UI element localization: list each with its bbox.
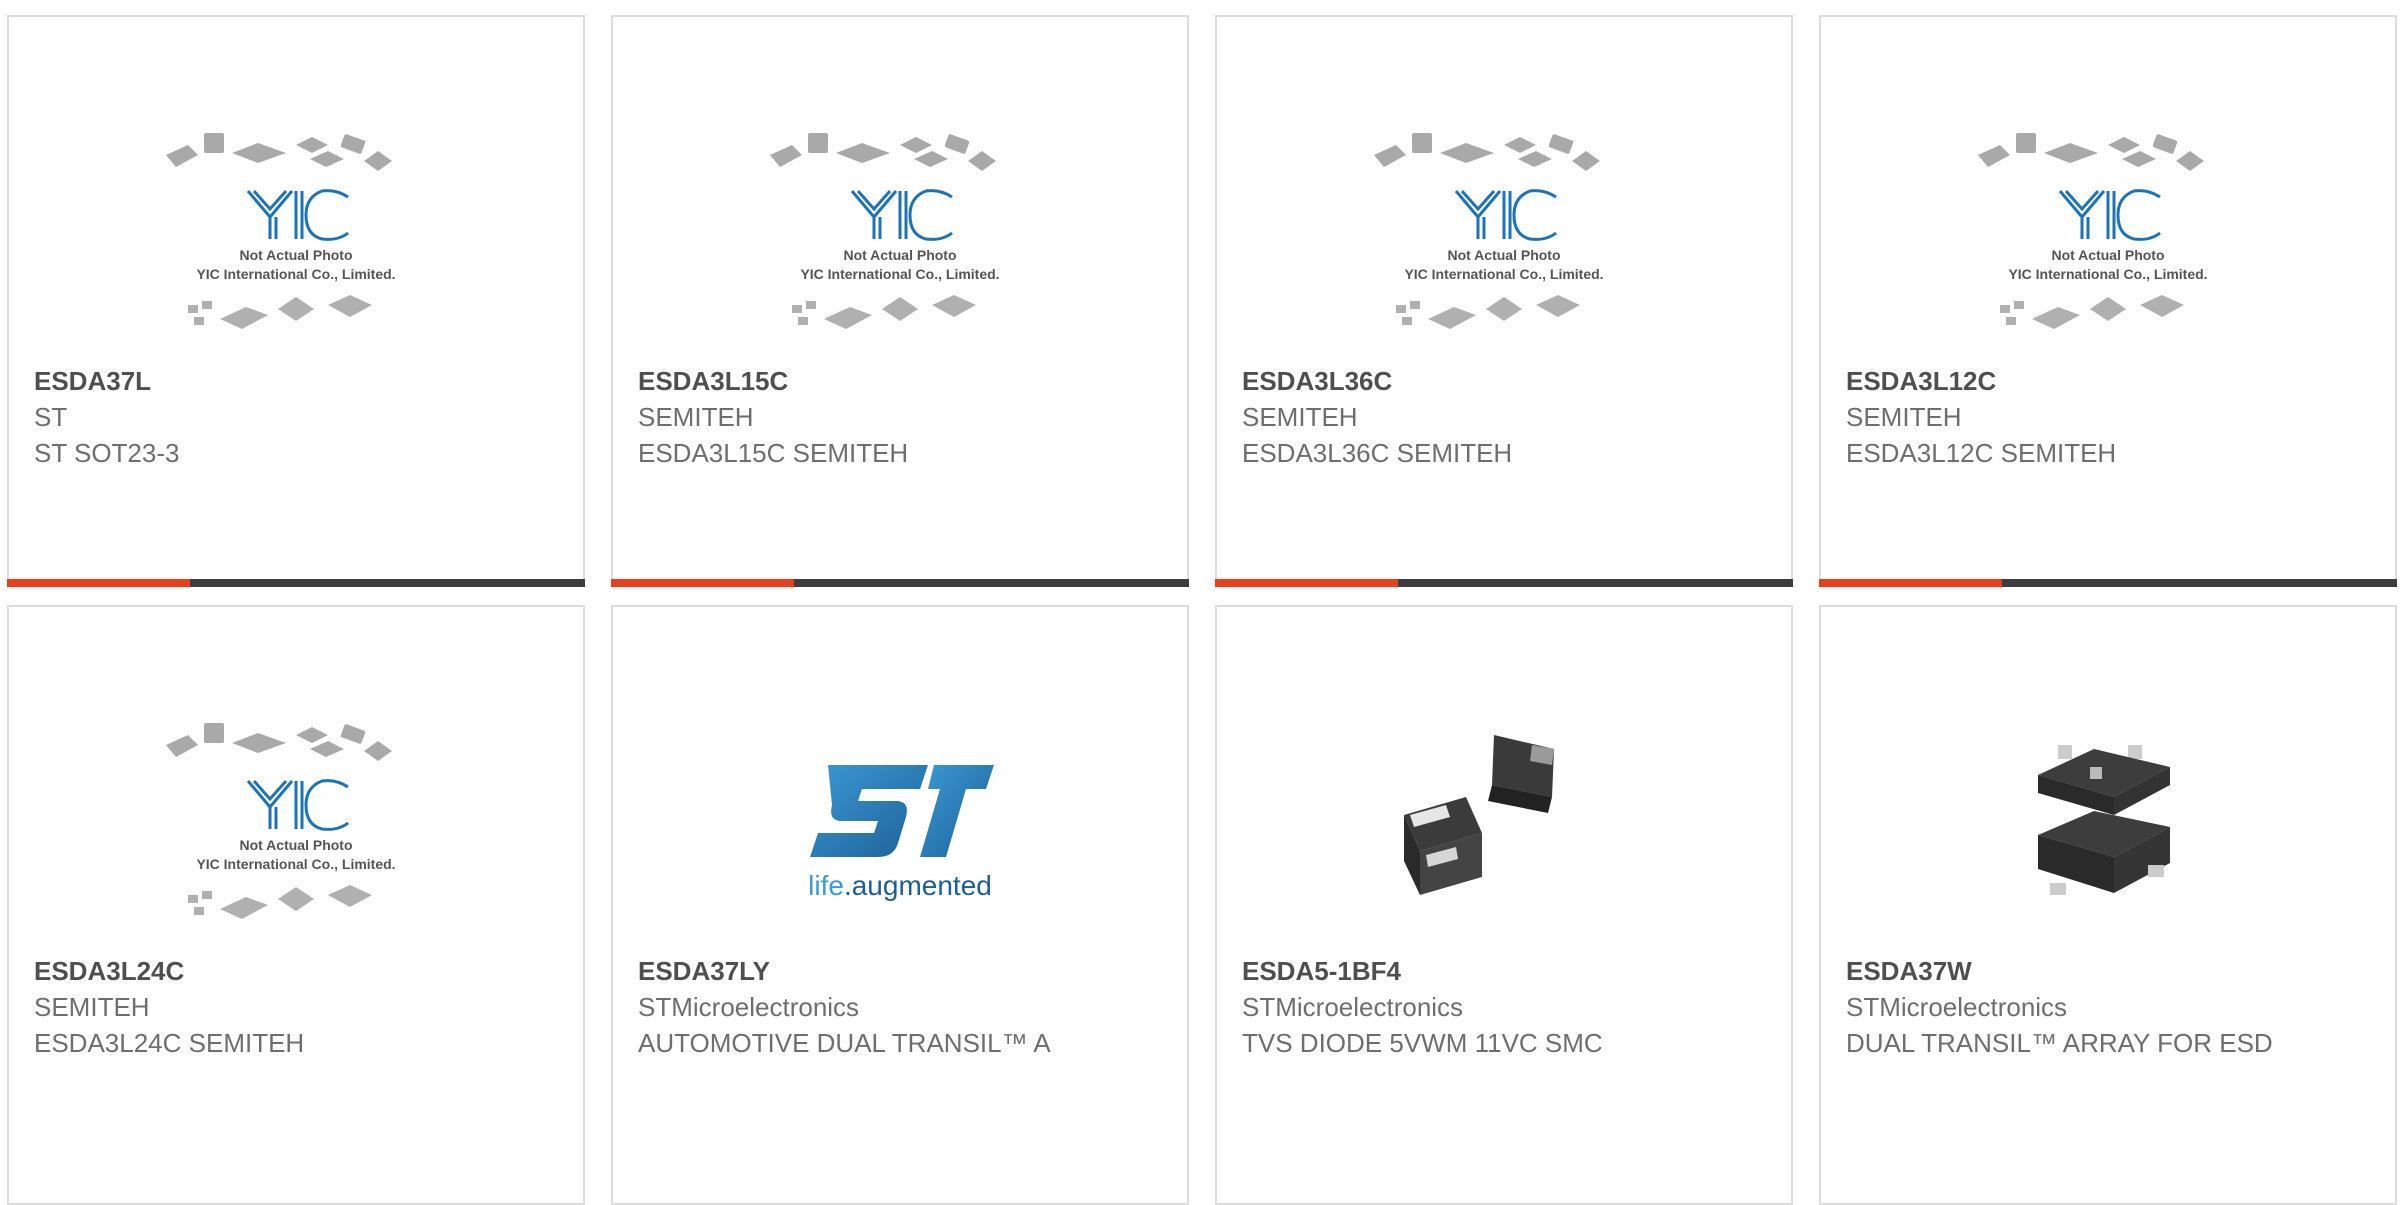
product-image: life.augmented xyxy=(613,687,1187,963)
manufacturer: SEMITEH xyxy=(1846,402,1962,432)
product-info: ESDA3L24C SEMITEH ESDA3L24C SEMITEH xyxy=(34,953,563,1061)
product-info: ESDA37L ST ST SOT23-3 xyxy=(34,363,563,471)
card-underline xyxy=(7,579,585,587)
placeholder-caption-line1: Not Actual Photo xyxy=(239,837,352,853)
product-card[interactable]: ESDA5-1BF4 STMicroelectronics TVS DIODE … xyxy=(1215,605,1793,1205)
product-grid: Not Actual Photo YIC International Co., … xyxy=(0,0,2400,1205)
manufacturer: SEMITEH xyxy=(1242,402,1358,432)
part-number[interactable]: ESDA37LY xyxy=(638,953,1167,989)
description: TVS DIODE 5VWM 11VC SMC xyxy=(1242,1028,1603,1058)
product-image: Not Actual Photo YIC International Co., … xyxy=(9,687,583,963)
product-image: Not Actual Photo YIC International Co., … xyxy=(613,97,1187,373)
product-image xyxy=(1217,687,1791,963)
part-number[interactable]: ESDA5-1BF4 xyxy=(1242,953,1771,989)
card-underline-accent xyxy=(7,579,190,587)
yic-placeholder-image: Not Actual Photo YIC International Co., … xyxy=(1374,133,1604,329)
yic-placeholder-image: Not Actual Photo YIC International Co., … xyxy=(166,133,396,329)
card-underline-accent xyxy=(611,579,794,587)
manufacturer: STMicroelectronics xyxy=(1846,992,2068,1022)
part-number[interactable]: ESDA37W xyxy=(1846,953,2375,989)
description: ESDA3L12C SEMITEH xyxy=(1846,438,2117,468)
description: ESDA3L15C SEMITEH xyxy=(638,438,909,468)
card-underline xyxy=(1819,579,2397,587)
product-info: ESDA37LY STMicroelectronics AUTOMOTIVE D… xyxy=(638,953,1167,1061)
manufacturer: STMicroelectronics xyxy=(638,992,860,1022)
product-image xyxy=(1821,687,2395,963)
placeholder-caption-line1: Not Actual Photo xyxy=(2051,247,2164,263)
st-logo-image: life.augmented xyxy=(808,765,994,901)
description: DUAL TRANSIL™ ARRAY FOR ESD xyxy=(1846,1028,2273,1058)
placeholder-caption-line2: YIC International Co., Limited. xyxy=(196,266,395,282)
product-card[interactable]: Not Actual Photo YIC International Co., … xyxy=(1215,15,1793,587)
product-card[interactable]: Not Actual Photo YIC International Co., … xyxy=(7,15,585,587)
part-number[interactable]: ESDA37L xyxy=(34,363,563,399)
product-info: ESDA3L36C SEMITEH ESDA3L36C SEMITEH xyxy=(1242,363,1771,471)
product-card[interactable]: Not Actual Photo YIC International Co., … xyxy=(7,605,585,1205)
placeholder-caption-line2: YIC International Co., Limited. xyxy=(1404,266,1603,282)
manufacturer: SEMITEH xyxy=(638,402,754,432)
product-info: ESDA3L12C SEMITEH ESDA3L12C SEMITEH xyxy=(1846,363,2375,471)
product-image: Not Actual Photo YIC International Co., … xyxy=(9,97,583,373)
card-underline xyxy=(611,579,1189,587)
card-underline-accent xyxy=(1215,579,1398,587)
part-number[interactable]: ESDA3L15C xyxy=(638,363,1167,399)
product-info: ESDA3L15C SEMITEH ESDA3L15C SEMITEH xyxy=(638,363,1167,471)
product-card[interactable]: ESDA37W STMicroelectronics DUAL TRANSIL™… xyxy=(1819,605,2397,1205)
placeholder-caption-line1: Not Actual Photo xyxy=(843,247,956,263)
part-number[interactable]: ESDA3L12C xyxy=(1846,363,2375,399)
product-card[interactable]: Not Actual Photo YIC International Co., … xyxy=(1819,15,2397,587)
description: ESDA3L36C SEMITEH xyxy=(1242,438,1513,468)
manufacturer: ST xyxy=(34,402,68,432)
product-card[interactable]: Not Actual Photo YIC International Co., … xyxy=(611,15,1189,587)
yic-placeholder-image: Not Actual Photo YIC International Co., … xyxy=(770,133,1000,329)
manufacturer: SEMITEH xyxy=(34,992,150,1022)
component-photo xyxy=(2038,745,2170,895)
placeholder-caption-line2: YIC International Co., Limited. xyxy=(2008,266,2207,282)
placeholder-caption-line2: YIC International Co., Limited. xyxy=(196,856,395,872)
card-underline-accent xyxy=(1819,579,2002,587)
yic-placeholder-image: Not Actual Photo YIC International Co., … xyxy=(1978,133,2208,329)
card-underline xyxy=(1215,579,1793,587)
description: AUTOMOTIVE DUAL TRANSIL™ A xyxy=(638,1028,1051,1058)
product-info: ESDA37W STMicroelectronics DUAL TRANSIL™… xyxy=(1846,953,2375,1061)
product-info: ESDA5-1BF4 STMicroelectronics TVS DIODE … xyxy=(1242,953,1771,1061)
part-number[interactable]: ESDA3L24C xyxy=(34,953,563,989)
yic-placeholder-image: Not Actual Photo YIC International Co., … xyxy=(166,723,396,919)
component-photo xyxy=(1404,735,1554,895)
placeholder-caption-line1: Not Actual Photo xyxy=(1447,247,1560,263)
placeholder-caption-line2: YIC International Co., Limited. xyxy=(800,266,999,282)
product-image: Not Actual Photo YIC International Co., … xyxy=(1821,97,2395,373)
st-tagline: life.augmented xyxy=(808,870,992,901)
product-image: Not Actual Photo YIC International Co., … xyxy=(1217,97,1791,373)
manufacturer: STMicroelectronics xyxy=(1242,992,1464,1022)
product-card[interactable]: life.augmented ESDA37LY STMicroelectroni… xyxy=(611,605,1189,1205)
description: ST SOT23-3 xyxy=(34,438,180,468)
placeholder-caption-line1: Not Actual Photo xyxy=(239,247,352,263)
description: ESDA3L24C SEMITEH xyxy=(34,1028,305,1058)
part-number[interactable]: ESDA3L36C xyxy=(1242,363,1771,399)
